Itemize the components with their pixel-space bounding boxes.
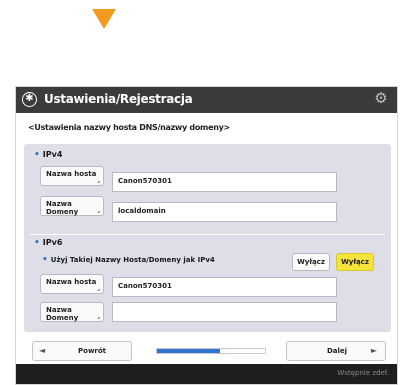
footer-text: Wstępnie zdef. bbox=[337, 369, 389, 377]
ipv4-domain-name-button[interactable]: Nazwa Domeny ⌟ bbox=[40, 196, 104, 216]
bullet-icon: • bbox=[34, 150, 40, 160]
settings-panel: ✱ Ustawienia/Rejestracja ⚙ <Ustawienia n… bbox=[15, 86, 398, 385]
edit-marker-icon: ⌟ bbox=[97, 177, 100, 184]
arrow-right-icon: ► bbox=[370, 346, 377, 355]
next-button-label: Dalej bbox=[327, 347, 348, 355]
progress-fill bbox=[157, 349, 220, 353]
ipv6-domain-name-label: Nazwa Domeny bbox=[46, 306, 79, 322]
edit-marker-icon: ⌟ bbox=[97, 207, 100, 214]
ipv4-host-name-button[interactable]: Nazwa hosta ⌟ bbox=[40, 166, 104, 186]
toggle-off-button[interactable]: Wyłącz bbox=[292, 253, 330, 271]
bullet-icon: • bbox=[34, 238, 40, 248]
ipv4-section-label: • IPv4 bbox=[34, 150, 62, 160]
ipv4-domain-name-field[interactable]: localdomain bbox=[112, 202, 337, 222]
window-title: Ustawienia/Rejestracja bbox=[44, 92, 193, 106]
same-as-ipv4-label: • Użyj Takiej Nazwy Hosta/Domeny jak IPv4 bbox=[42, 255, 215, 265]
ipv4-host-name-label: Nazwa hosta bbox=[46, 170, 97, 178]
title-bar: ✱ Ustawienia/Rejestracja ⚙ bbox=[16, 87, 397, 113]
edit-marker-icon: ⌟ bbox=[97, 285, 100, 292]
ipv6-label-text: IPv6 bbox=[42, 238, 63, 247]
ipv6-host-name-button[interactable]: Nazwa hosta ⌟ bbox=[40, 274, 104, 294]
breadcrumb: <Ustawienia nazwy hosta DNS/nazwy domeny… bbox=[28, 123, 230, 132]
ipv6-host-name-label: Nazwa hosta bbox=[46, 278, 97, 286]
settings-content: • IPv4 Nazwa hosta ⌟ Canon570301 Nazwa Do… bbox=[24, 144, 391, 332]
ipv4-domain-name-label: Nazwa Domeny bbox=[46, 200, 79, 216]
ipv6-section-label: • IPv6 bbox=[34, 238, 62, 248]
edit-marker-icon: ⌟ bbox=[97, 313, 100, 320]
footer-bar: Wstępnie zdef. bbox=[16, 364, 397, 384]
gear-icon[interactable]: ⚙ bbox=[373, 91, 389, 107]
next-button[interactable]: Dalej ► bbox=[286, 341, 386, 361]
ipv4-host-name-field[interactable]: Canon570301 bbox=[112, 172, 337, 192]
ipv6-host-name-field[interactable]: Canon570301 bbox=[112, 277, 337, 297]
ipv6-domain-name-field[interactable] bbox=[112, 302, 337, 322]
bullet-icon: • bbox=[42, 255, 48, 265]
arrow-left-icon: ◄ bbox=[39, 346, 46, 355]
ipv4-label-text: IPv4 bbox=[42, 150, 63, 159]
section-divider bbox=[30, 234, 385, 235]
ipv6-domain-name-button[interactable]: Nazwa Domeny ⌟ bbox=[40, 302, 104, 322]
toggle-on-button[interactable]: Wyłącz bbox=[336, 253, 374, 271]
same-as-ipv4-text: Użyj Takiej Nazwy Hosta/Domeny jak IPv4 bbox=[50, 256, 215, 264]
progress-bar bbox=[156, 348, 266, 354]
down-arrow-indicator bbox=[92, 9, 116, 29]
back-button-label: Powrót bbox=[78, 347, 107, 355]
settings-menu-icon: ✱ bbox=[22, 92, 37, 107]
back-button[interactable]: ◄ Powrót bbox=[32, 341, 132, 361]
